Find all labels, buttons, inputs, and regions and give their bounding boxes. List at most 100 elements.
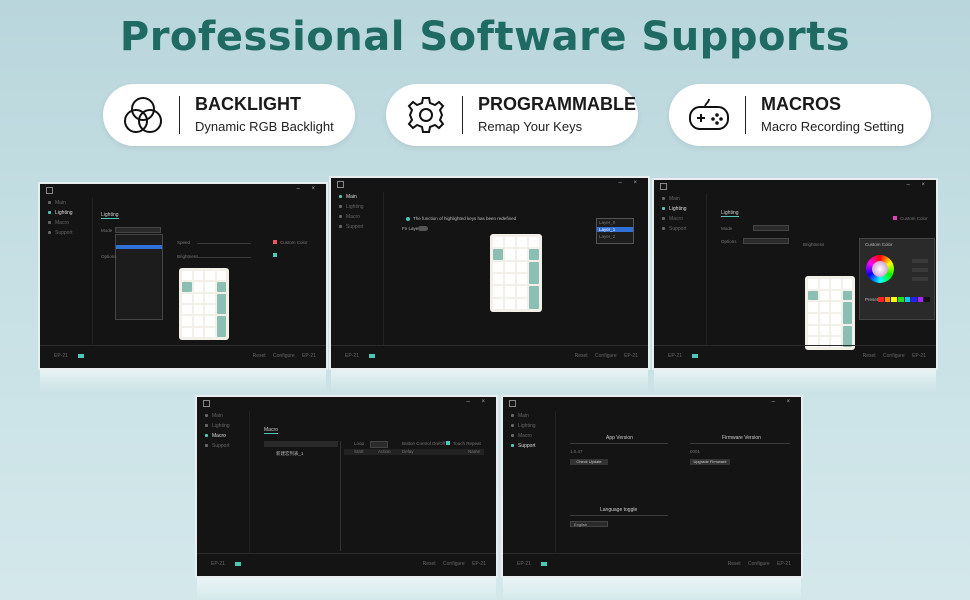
color-wheel[interactable]: [866, 255, 894, 283]
sidebar-item-macro[interactable]: Macro: [331, 212, 383, 222]
sidebar: Main Lighting Macro Support: [197, 411, 249, 554]
sidebar-item-lighting[interactable]: Lighting: [331, 202, 383, 212]
firmware-version-title: Firmware Version: [722, 435, 761, 441]
app-logo: [46, 187, 53, 194]
screenshot-lighting-color: – × Main Lighting Macro Support Lighting…: [652, 178, 938, 370]
sidebar-item-macro[interactable]: Macro: [654, 214, 706, 224]
sidebar-item-support[interactable]: Support: [197, 441, 249, 451]
window-controls[interactable]: – ×: [906, 182, 930, 188]
info-dot-icon: [406, 217, 410, 221]
sidebar-item-support[interactable]: Support: [503, 441, 555, 451]
remap-notice: The function of highlighted keys has bee…: [413, 216, 517, 221]
window-controls[interactable]: – ×: [466, 399, 490, 405]
sidebar-item-main[interactable]: Main: [331, 192, 383, 202]
mode-select[interactable]: [115, 227, 161, 233]
footer-bar: EP-21 Reset Configure EP-21: [197, 553, 496, 576]
loop-label[interactable]: Loop: [354, 441, 364, 446]
sidebar-item-lighting[interactable]: Lighting: [40, 208, 92, 218]
touch-repeat-checkbox[interactable]: [446, 441, 450, 445]
checkbox[interactable]: [273, 253, 277, 257]
screenshot-lighting-modes: – × Main Lighting Macro Support Lighting…: [38, 182, 328, 370]
device-name: EP-21: [345, 353, 359, 359]
device-name: EP-21: [668, 353, 682, 359]
feature-subtitle: Macro Recording Setting: [761, 119, 905, 134]
footer-actions[interactable]: Reset Configure EP-21: [575, 353, 638, 359]
check-update-button[interactable]: Check Update: [570, 459, 608, 465]
custom-color-swatch[interactable]: [893, 216, 897, 220]
speed-label: Speed: [177, 240, 191, 245]
footer-actions[interactable]: Reset Configure EP-21: [728, 561, 791, 567]
window-controls[interactable]: – ×: [296, 186, 320, 192]
mode-dropdown-list[interactable]: [115, 234, 163, 320]
feature-backlight: BACKLIGHT Dynamic RGB Backlight: [103, 84, 355, 146]
speed-slider[interactable]: [197, 243, 251, 244]
feature-macros: MACROS Macro Recording Setting: [669, 84, 931, 146]
custom-color-swatch[interactable]: [273, 240, 277, 244]
device-chip-icon: [78, 354, 84, 358]
feature-title: PROGRAMMABLE: [478, 94, 636, 114]
mode-label: Mode: [721, 226, 733, 231]
g-input[interactable]: [912, 268, 928, 272]
layer-option[interactable]: Layer_1: [599, 227, 615, 232]
footer-actions[interactable]: Reset Configure EP-21: [863, 353, 926, 359]
footer-actions[interactable]: Reset Configure EP-21: [423, 561, 486, 567]
layer-dropdown[interactable]: Layer_0 Layer_1 Layer_2: [596, 218, 634, 244]
brightness-slider[interactable]: [197, 257, 251, 258]
macro-title: Macro: [264, 427, 278, 434]
col-header: Name: [468, 449, 481, 454]
options-label: Options: [721, 239, 737, 244]
preset-label: Preset: [865, 297, 879, 302]
feature-title: MACROS: [761, 94, 841, 114]
keypad-preview[interactable]: [179, 268, 229, 340]
sidebar-item-macro[interactable]: Macro: [503, 431, 555, 441]
mode-select[interactable]: [753, 225, 789, 231]
sidebar-item-support[interactable]: Support: [331, 222, 383, 232]
footer-actions[interactable]: Reset Configure EP-21: [253, 353, 316, 359]
macro-list-toolbar[interactable]: [264, 441, 338, 447]
language-select[interactable]: English: [570, 521, 608, 527]
sidebar-item-macro[interactable]: Macro: [40, 218, 92, 228]
sidebar-item-support[interactable]: Support: [654, 224, 706, 234]
macro-table-header: Start Action Delay Name: [344, 449, 484, 455]
options-select[interactable]: [743, 238, 789, 244]
sidebar-item-main[interactable]: Main: [197, 411, 249, 421]
upgrade-firmware-button[interactable]: Upgrade Firmware: [690, 459, 730, 465]
app-logo: [660, 183, 667, 190]
app-version-number: 1.0.47: [570, 449, 583, 454]
sidebar-item-lighting[interactable]: Lighting: [654, 204, 706, 214]
custom-color-label: Custom Color: [900, 216, 928, 221]
macro-list-item[interactable]: 新建宏列表_1: [276, 451, 304, 457]
sidebar-item-macro[interactable]: Macro: [197, 431, 249, 441]
r-input[interactable]: [912, 259, 928, 263]
col-header: Start: [354, 449, 364, 454]
mode-label: Mode: [101, 228, 113, 233]
sidebar-item-lighting[interactable]: Lighting: [197, 421, 249, 431]
loop-count-input[interactable]: [370, 441, 388, 448]
screenshot-macro: – × Main Lighting Macro Support Macro 新建…: [195, 395, 498, 578]
col-header: Action: [378, 449, 391, 454]
sidebar-item-lighting[interactable]: Lighting: [503, 421, 555, 431]
gear-icon: [407, 97, 445, 133]
sidebar-item-main[interactable]: Main: [503, 411, 555, 421]
preset-swatches[interactable]: [878, 297, 930, 302]
app-version-title: App Version: [606, 435, 633, 441]
brightness-label: Brightness: [177, 254, 199, 259]
language-title: Language toggle: [600, 507, 638, 513]
sidebar-item-main[interactable]: Main: [40, 198, 92, 208]
feature-subtitle: Dynamic RGB Backlight: [195, 119, 334, 134]
button-control-label[interactable]: Button Control On/Off: [402, 441, 445, 446]
sidebar-item-support[interactable]: Support: [40, 228, 92, 238]
window-controls[interactable]: – ×: [771, 399, 795, 405]
lighting-title: Lighting: [101, 212, 119, 219]
fnlayer-toggle[interactable]: [418, 226, 428, 231]
color-picker-panel[interactable]: Custom Color Preset: [859, 238, 935, 320]
touch-repeat-label[interactable]: Touch Repeat: [453, 441, 481, 446]
footer-bar: EP-21 Reset Configure EP-21: [503, 553, 801, 576]
keypad-preview[interactable]: [490, 234, 542, 312]
b-input[interactable]: [912, 277, 928, 281]
keypad-preview[interactable]: [805, 276, 855, 350]
layer-option[interactable]: Layer_2: [599, 234, 615, 239]
sidebar-item-main[interactable]: Main: [654, 194, 706, 204]
layer-option[interactable]: Layer_0: [599, 220, 615, 225]
window-controls[interactable]: – ×: [618, 180, 642, 186]
